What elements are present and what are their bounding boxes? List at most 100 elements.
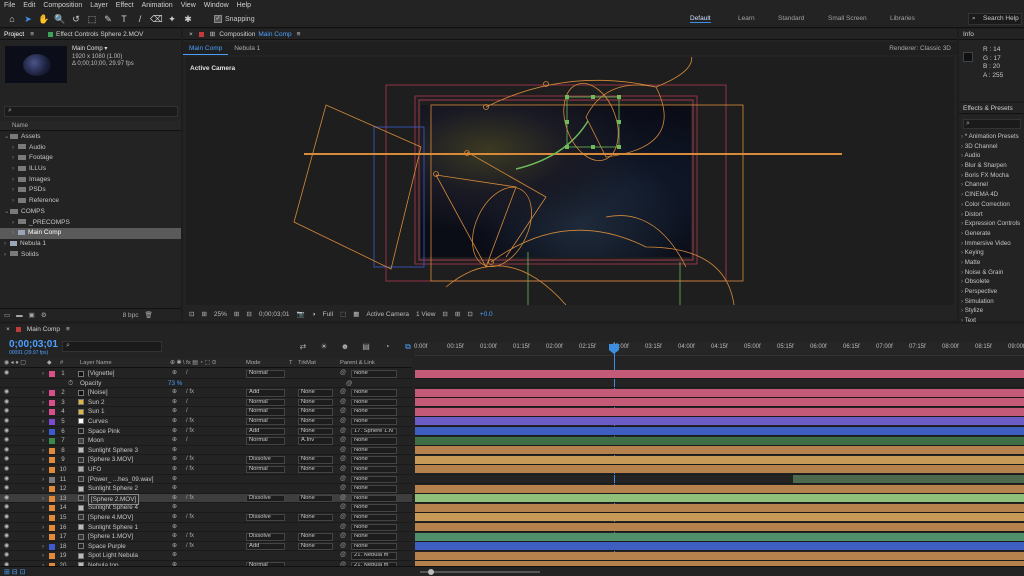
visibility-eye-icon[interactable]: ◉ xyxy=(4,455,9,464)
project-item[interactable]: › Main Comp xyxy=(0,228,181,239)
composition-panel-comp[interactable]: Main Comp xyxy=(258,31,291,38)
project-item[interactable]: › Images xyxy=(0,175,181,186)
expand-layer-icon[interactable]: › xyxy=(42,407,44,416)
eye-col-icon[interactable]: ◉ ◂ ● ▢ xyxy=(4,360,26,366)
effect-category[interactable]: › Color Correction xyxy=(961,200,1024,210)
layer-duration-bar[interactable] xyxy=(415,436,1024,445)
bpc-label[interactable]: 8 bpc xyxy=(123,312,139,319)
blend-mode-select[interactable]: Add xyxy=(246,427,285,436)
view-layout-select[interactable]: 1 View xyxy=(416,311,435,318)
layer-name[interactable]: Space Pink xyxy=(88,427,120,436)
switches-col-icon[interactable]: ⊕ ✱ \ fx ▤ ◔ ⬚ ⊙ xyxy=(170,360,216,366)
parent-select[interactable]: None xyxy=(351,389,397,397)
layer-row[interactable]: ◉ › 18 Space Purple ⊕ / fx Add None @ None xyxy=(0,542,412,552)
layer-row[interactable]: ◉ › 13 [Sphere 2.MOV] ⊕ / fx Dissolve None @ None xyxy=(0,493,412,505)
effect-category[interactable]: › 3D Channel xyxy=(961,142,1024,152)
view-select[interactable]: Active Camera xyxy=(366,311,409,318)
track-matte-select[interactable]: None xyxy=(298,533,333,541)
layer-duration-bar[interactable] xyxy=(415,484,1024,493)
shy-icon[interactable]: ☻ xyxy=(340,342,350,352)
pickwhip-icon[interactable]: @ xyxy=(340,532,346,541)
shy-switch-icon[interactable]: ⊕ xyxy=(172,417,177,426)
layer-duration-bar[interactable] xyxy=(415,369,1024,378)
layer-switches[interactable]: / fx xyxy=(186,417,194,426)
layer-property[interactable]: ⏱ Opacity 73 % @ xyxy=(0,379,412,389)
layer-row[interactable]: ◉ › 14 Sunlight Sphere 4 ⊕ @ None xyxy=(0,503,412,513)
col-mode[interactable]: Mode xyxy=(246,360,261,366)
current-time[interactable]: 0;00;03;01 xyxy=(259,311,290,318)
layer-label-color[interactable] xyxy=(49,466,55,473)
settings-icon[interactable]: ⚙ xyxy=(41,311,47,319)
layer-duration-bar[interactable] xyxy=(415,455,1024,464)
draft-3d-icon[interactable]: ☀ xyxy=(319,342,329,352)
zoom-slider-thumb[interactable] xyxy=(428,569,434,575)
pickwhip-icon[interactable]: @ xyxy=(340,369,346,378)
layer-label-color[interactable] xyxy=(49,390,55,397)
track-matte-select[interactable]: A.Inv xyxy=(298,437,333,445)
new-comp-icon[interactable]: ▣ xyxy=(29,311,35,319)
layer-row[interactable]: ◉ › 16 Sunlight Sphere 1 ⊕ @ None xyxy=(0,523,412,533)
layer-switches[interactable]: / fx xyxy=(186,542,194,551)
menu-edit[interactable]: Edit xyxy=(23,2,35,9)
layer-duration-bar[interactable] xyxy=(415,388,1024,397)
visibility-eye-icon[interactable]: ◉ xyxy=(4,542,9,551)
timeline-timecode[interactable]: 0;00;03;01 xyxy=(9,339,58,350)
layer-label-color[interactable] xyxy=(49,428,55,435)
project-item[interactable]: › Nebula 1 xyxy=(0,239,181,250)
toggle-pixel-icon[interactable]: ⊟ xyxy=(442,310,447,318)
shy-switch-icon[interactable]: ⊕ xyxy=(172,494,177,503)
col-t[interactable]: T xyxy=(289,360,293,366)
visibility-eye-icon[interactable]: ◉ xyxy=(4,532,9,541)
timeline-search-input[interactable]: ⌕ xyxy=(62,341,162,352)
search-help-input[interactable]: ⌕ Search Help xyxy=(968,13,1022,25)
blend-mode-select[interactable]: Add xyxy=(246,389,285,397)
layer-name[interactable]: Sun 1 xyxy=(88,407,104,416)
layer-label-color[interactable] xyxy=(49,438,55,445)
snapping-checkbox[interactable]: ✓ xyxy=(214,15,222,23)
workspace-learn[interactable]: Learn xyxy=(738,15,755,22)
effect-category[interactable]: › Perspective xyxy=(961,287,1024,297)
visibility-eye-icon[interactable]: ◉ xyxy=(4,484,9,493)
effect-category[interactable]: › Channel xyxy=(961,180,1024,190)
layer-name[interactable]: Sunlight Sphere 1 xyxy=(88,523,138,532)
effects-search-input[interactable]: ⌕ xyxy=(963,119,1021,129)
parent-select[interactable]: None xyxy=(351,504,397,512)
effect-category[interactable]: › Blur & Sharpen xyxy=(961,161,1024,171)
expand-layer-icon[interactable]: › xyxy=(42,475,44,484)
layer-switches[interactable]: / fx xyxy=(186,427,194,436)
shy-switch-icon[interactable]: ⊕ xyxy=(172,436,177,445)
parent-select[interactable]: 17. Sphere 1.N xyxy=(351,427,397,436)
expand-layer-icon[interactable]: › xyxy=(42,398,44,407)
puppet-tool-icon[interactable]: ✱ xyxy=(182,13,194,25)
comp-viewer[interactable]: Active Camera xyxy=(186,57,954,305)
zoom-select[interactable]: 25% xyxy=(214,311,227,318)
label-col-icon[interactable]: ◆ xyxy=(47,360,51,366)
layer-label-color[interactable] xyxy=(49,505,55,512)
blend-mode-select[interactable]: Normal xyxy=(246,417,285,426)
layer-name[interactable]: Sunlight Sphere 4 xyxy=(88,503,138,512)
layer-label-color[interactable] xyxy=(49,447,55,454)
menu-composition[interactable]: Composition xyxy=(43,2,82,9)
blend-mode-select[interactable]: Dissolve xyxy=(246,513,285,522)
pickwhip-icon[interactable]: @ xyxy=(340,523,346,532)
layer-switches[interactable]: / xyxy=(186,369,188,378)
roto-tool-icon[interactable]: ✦ xyxy=(166,13,178,25)
parent-select[interactable]: None xyxy=(351,465,397,474)
layer-switches[interactable]: / fx xyxy=(186,388,194,397)
resolution-select[interactable]: Full xyxy=(323,311,333,318)
shy-switch-icon[interactable]: ⊕ xyxy=(172,465,177,474)
layer-label-color[interactable] xyxy=(49,486,55,493)
project-item[interactable]: › Solids xyxy=(0,250,181,261)
project-item[interactable]: › Footage xyxy=(0,153,181,164)
layer-row[interactable]: ◉ › 8 Sunlight Sphere 3 ⊕ @ None xyxy=(0,446,412,456)
layer-row[interactable]: ◉ › 6 Space Pink ⊕ / fx Add None @17. Sphere 1.N xyxy=(0,427,412,437)
layer-name[interactable]: Sunlight Sphere 3 xyxy=(88,446,138,455)
expand-layer-icon[interactable]: › xyxy=(42,417,44,426)
expand-layer-icon[interactable]: › xyxy=(42,503,44,512)
layer-row[interactable]: ◉ › 9 [Sphere 3.MOV] ⊕ / fx Dissolve None @ None xyxy=(0,455,412,465)
comp-info-name[interactable]: Main Comp ▾ xyxy=(72,46,134,54)
layer-label-color[interactable] xyxy=(49,495,55,502)
fast-previews-icon[interactable]: ⊡ xyxy=(467,310,472,318)
shy-switch-icon[interactable]: ⊕ xyxy=(172,388,177,397)
trash-icon[interactable]: 🗑 xyxy=(145,311,153,319)
